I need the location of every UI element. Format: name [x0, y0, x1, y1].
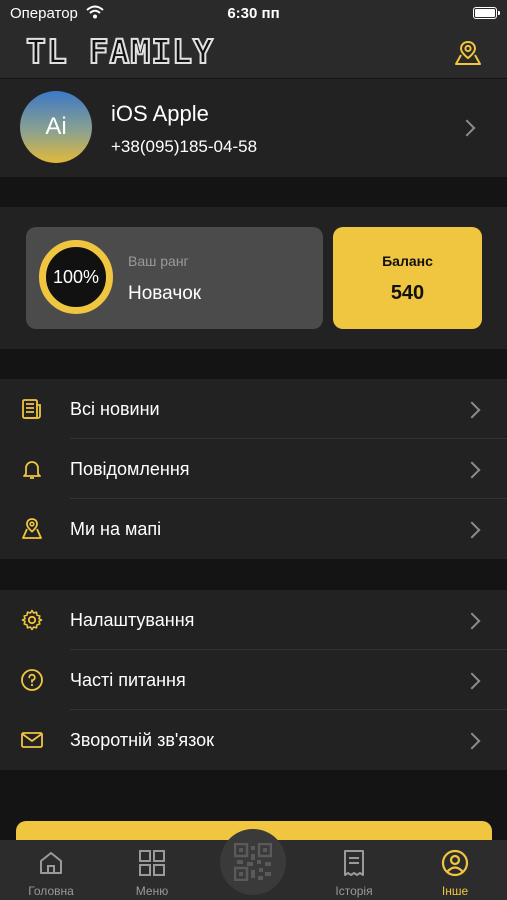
- menu-item-label: Всі новини: [70, 399, 160, 419]
- menu-group-info: Всі новини Повідомлення Ми на мапі: [0, 379, 507, 559]
- menu-group-settings: Налаштування Часті питання Зворотній зв'…: [0, 590, 507, 770]
- receipt-icon: [344, 850, 364, 876]
- profile-row[interactable]: Ai iOS Apple +38(095)185-04-58: [0, 79, 507, 177]
- rank-card[interactable]: 100% Ваш ранг Новачок: [26, 227, 323, 329]
- menu-item-label: Налаштування: [70, 610, 195, 630]
- tab-home[interactable]: Головна: [1, 840, 101, 900]
- qr-button[interactable]: [220, 829, 286, 895]
- bell-icon: [23, 461, 41, 479]
- tab-other[interactable]: Інше: [405, 840, 505, 900]
- rank-value: Новачок: [128, 283, 202, 304]
- rank-progress-ring: 100%: [39, 240, 113, 314]
- news-icon: [22, 399, 41, 419]
- tab-label: Інше: [441, 884, 469, 898]
- tab-label: Меню: [135, 884, 169, 898]
- profile-name: iOS Apple: [111, 101, 209, 126]
- chevron-right-icon: [463, 401, 481, 419]
- chevron-right-icon: [463, 521, 481, 539]
- map-pin-icon[interactable]: [453, 38, 483, 68]
- status-bar: Оператор 6:30 пп: [0, 0, 507, 28]
- tab-menu[interactable]: Меню: [102, 840, 202, 900]
- grid-icon: [139, 850, 165, 876]
- profile-phone: +38(095)185-04-58: [111, 137, 258, 156]
- chevron-right-icon: [463, 461, 481, 479]
- menu-item-label: Зворотній зв'язок: [70, 730, 215, 750]
- app-logo: TL FAMILY: [25, 31, 214, 72]
- profile-icon: [441, 849, 469, 877]
- tab-history[interactable]: Історія: [304, 840, 404, 900]
- menu-item-map[interactable]: Ми на мапі: [0, 499, 507, 559]
- battery-icon: [473, 7, 500, 19]
- home-icon: [40, 852, 62, 874]
- chevron-right-icon: [463, 672, 481, 690]
- menu-item-label: Ми на мапі: [70, 519, 162, 539]
- avatar: Ai: [20, 91, 92, 163]
- tab-label: Історія: [335, 884, 373, 898]
- rank-section: 100% Ваш ранг Новачок Баланс 540: [0, 207, 507, 349]
- map-pin-icon: [22, 518, 42, 539]
- chevron-right-icon: [463, 732, 481, 750]
- menu-item-label: Повідомлення: [70, 459, 190, 479]
- gear-icon: [21, 609, 43, 631]
- menu-item-settings[interactable]: Налаштування: [0, 590, 507, 650]
- menu-item-faq[interactable]: Часті питання: [0, 650, 507, 710]
- chevron-right-icon: [463, 612, 481, 630]
- menu-item-news[interactable]: Всі новини: [0, 379, 507, 439]
- question-icon: [21, 669, 43, 691]
- tab-label: Головна: [28, 884, 74, 898]
- header: TL FAMILY: [0, 28, 507, 78]
- menu-item-label: Часті питання: [70, 670, 186, 690]
- balance-card[interactable]: Баланс 540: [333, 227, 482, 329]
- mail-icon: [21, 732, 43, 748]
- menu-item-notifications[interactable]: Повідомлення: [0, 439, 507, 499]
- qr-code-icon: [234, 843, 272, 881]
- menu-item-feedback[interactable]: Зворотній зв'язок: [0, 710, 507, 770]
- chevron-right-icon: [458, 119, 476, 137]
- balance-label: Баланс: [382, 253, 433, 269]
- rank-label: Ваш ранг: [128, 253, 189, 269]
- balance-value: 540: [390, 282, 425, 304]
- clock: 6:30 пп: [227, 5, 280, 22]
